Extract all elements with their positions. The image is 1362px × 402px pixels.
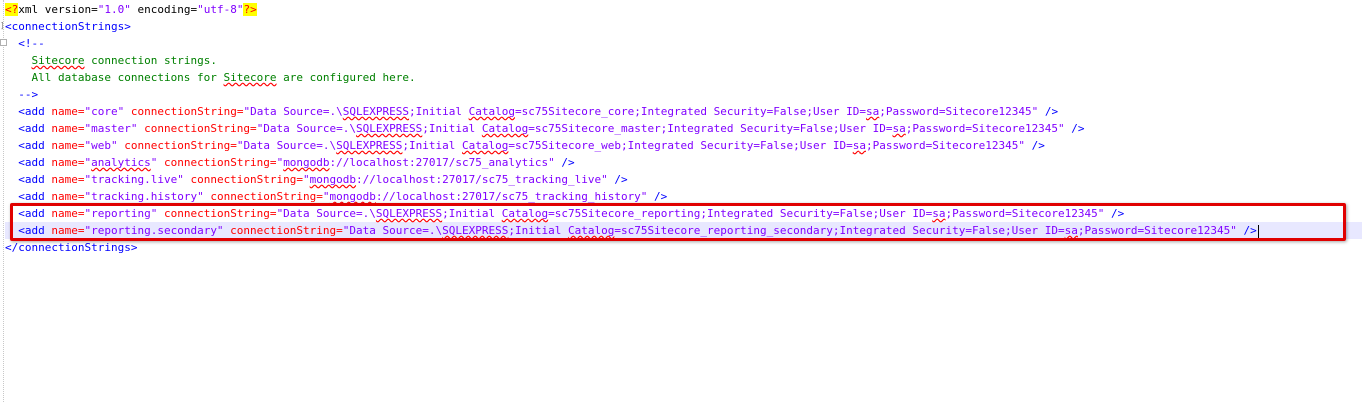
code-token: "Data Source=.\ bbox=[236, 139, 337, 152]
code-line-open[interactable]: <connectionStrings> bbox=[5, 18, 1362, 35]
code-token: name= bbox=[51, 122, 85, 135]
code-token: ?> bbox=[243, 3, 257, 16]
code-line-close[interactable]: </connectionStrings> bbox=[5, 239, 1362, 256]
code-token: "web" bbox=[84, 139, 118, 152]
code-token: "1.0" bbox=[97, 3, 131, 16]
code-token: Sitecore bbox=[31, 54, 85, 67]
editor-gutter bbox=[0, 0, 4, 402]
code-token: ;Password=Sitecore12345" bbox=[866, 139, 1025, 152]
code-token: --> bbox=[5, 88, 39, 101]
code-token: mongodb bbox=[283, 156, 330, 169]
code-token: <connectionStrings> bbox=[5, 20, 131, 33]
code-token: </connectionStrings> bbox=[5, 241, 138, 254]
code-token: name= bbox=[51, 139, 85, 152]
code-token: "master" bbox=[84, 122, 138, 135]
code-token: <add bbox=[5, 173, 52, 186]
code-token: "Data Source=.\ bbox=[243, 105, 343, 118]
code-line-decl[interactable]: <?xml version="1.0" encoding="utf-8"?> bbox=[5, 1, 1362, 18]
code-token: encoding= bbox=[130, 3, 198, 16]
code-token: ://localhost:27017/sc75_tracking_history… bbox=[375, 190, 648, 203]
annotation-highlight-box bbox=[10, 203, 1346, 241]
code-token: " bbox=[303, 173, 310, 186]
code-token: /> bbox=[647, 190, 668, 203]
code-token: ://localhost:27017/sc75_tracking_live" bbox=[356, 173, 608, 186]
code-line-c2[interactable]: Sitecore connection strings. bbox=[5, 52, 1362, 69]
code-token: connectionString= bbox=[157, 156, 277, 169]
code-token: sa bbox=[892, 122, 906, 135]
code-token: =sc75Sitecore_core;Integrated Security=F… bbox=[515, 105, 866, 118]
code-token: name= bbox=[51, 156, 85, 169]
code-token: sa bbox=[852, 139, 866, 152]
code-token: name= bbox=[51, 173, 85, 186]
code-token: Sitecore bbox=[223, 71, 277, 84]
code-token: "Data Source=.\ bbox=[256, 122, 357, 135]
code-line-add-core[interactable]: <add name="core" connectionString="Data … bbox=[5, 103, 1362, 120]
code-token: are configured here. bbox=[276, 71, 416, 84]
code-token: =sc75Sitecore_web;Integrated Security=Fa… bbox=[508, 139, 853, 152]
code-token: Catalog bbox=[462, 139, 509, 152]
code-token: <add bbox=[5, 105, 52, 118]
code-token: "core" bbox=[84, 105, 125, 118]
code-token: xml version= bbox=[18, 3, 98, 16]
code-token: connectionString= bbox=[117, 139, 237, 152]
code-token: ://localhost:27017/sc75_analytics" bbox=[329, 156, 555, 169]
code-line-add-analytics[interactable]: <add name="analytics" connectionString="… bbox=[5, 154, 1362, 171]
code-token: <add bbox=[5, 122, 52, 135]
code-token: connectionString= bbox=[183, 173, 304, 186]
code-token: /> bbox=[554, 156, 575, 169]
code-token: <? bbox=[5, 3, 19, 16]
code-token: /> bbox=[1024, 139, 1045, 152]
code-token: All database connections for bbox=[5, 71, 224, 84]
code-line-c3[interactable]: All database connections for Sitecore ar… bbox=[5, 69, 1362, 86]
code-token: <add bbox=[5, 190, 52, 203]
code-token: connectionString= bbox=[203, 190, 323, 203]
code-token: ;Initial bbox=[409, 105, 469, 118]
code-token: ;Initial bbox=[402, 139, 463, 152]
code-token: /> bbox=[1038, 105, 1059, 118]
code-token: mongodb bbox=[329, 190, 376, 203]
code-token: /> bbox=[607, 173, 628, 186]
code-token: <!-- bbox=[5, 37, 45, 50]
code-line-c1[interactable]: <!-- bbox=[5, 35, 1362, 52]
code-line-c4[interactable]: --> bbox=[5, 86, 1362, 103]
code-token: Catalog bbox=[468, 105, 515, 118]
code-token: mongodb bbox=[309, 173, 357, 186]
code-token: sa bbox=[866, 105, 880, 118]
code-token: analytics bbox=[91, 156, 151, 169]
code-token: "tracking.history" bbox=[84, 190, 204, 203]
code-token: connectionString= bbox=[137, 122, 257, 135]
code-token: "tracking.live" bbox=[84, 173, 184, 186]
code-line-add-tracking-live[interactable]: <add name="tracking.live" connectionStri… bbox=[5, 171, 1362, 188]
code-token: =sc75Sitecore_master;Integrated Security… bbox=[528, 122, 893, 135]
code-token: ;Password=Sitecore12345" bbox=[879, 105, 1039, 118]
code-line-add-master[interactable]: <add name="master" connectionString="Dat… bbox=[5, 120, 1362, 137]
code-token: /> bbox=[1064, 122, 1085, 135]
code-token: ;Initial bbox=[422, 122, 482, 135]
code-token: connection strings. bbox=[84, 54, 217, 67]
code-token: SQLEXPRESS bbox=[356, 122, 423, 135]
code-token: connectionString= bbox=[124, 105, 244, 118]
code-token: ;Password=Sitecore12345" bbox=[905, 122, 1065, 135]
code-token: Catalog bbox=[481, 122, 529, 135]
code-token: name= bbox=[51, 190, 85, 203]
code-token: SQLEXPRESS bbox=[336, 139, 403, 152]
code-token: name= bbox=[51, 105, 85, 118]
code-token: <add bbox=[5, 139, 52, 152]
code-line-add-web[interactable]: <add name="web" connectionString="Data S… bbox=[5, 137, 1362, 154]
code-token: SQLEXPRESS bbox=[342, 105, 410, 118]
code-token: <add bbox=[5, 156, 52, 169]
code-token: "utf-8" bbox=[197, 3, 244, 16]
code-token: " bbox=[322, 190, 330, 203]
